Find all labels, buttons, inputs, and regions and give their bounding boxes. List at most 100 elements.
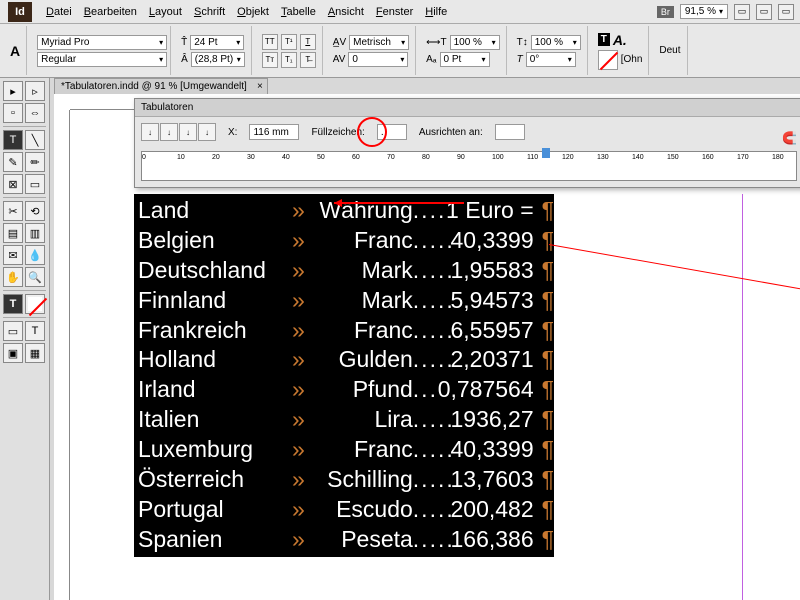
hscale-combo[interactable]: 100 % — [450, 35, 500, 50]
allcaps-btn[interactable]: TT — [262, 34, 278, 50]
align-field[interactable] — [495, 124, 525, 140]
annotation-line — [549, 244, 800, 294]
document-tab[interactable]: *Tabulatoren.indd @ 91 % [Umgewandelt] — [54, 78, 268, 95]
screen-normal[interactable]: ▣ — [3, 343, 23, 363]
font-style-combo[interactable]: Regular — [37, 52, 167, 67]
view-mode-2[interactable]: ▭ — [756, 4, 772, 20]
ruler-tick: 180 — [772, 154, 784, 161]
ruler-tick: 40 — [282, 154, 290, 161]
menu-objekt[interactable]: Objekt — [231, 6, 275, 18]
vscale-combo[interactable]: 100 % — [531, 35, 581, 50]
scissors-tool[interactable]: ✂ — [3, 201, 23, 221]
tab-right-btn[interactable]: ↓ — [179, 123, 197, 141]
hscale-icon: ⟷T — [426, 37, 446, 48]
annotation-arrow — [334, 202, 464, 204]
tab-center-btn[interactable]: ↓ — [160, 123, 178, 141]
baseline-icon: Aₐ — [426, 54, 436, 65]
leader-field[interactable] — [377, 124, 407, 140]
menu-schrift[interactable]: Schrift — [188, 6, 231, 18]
bridge-button[interactable]: Br — [657, 6, 674, 18]
ruler-tick: 120 — [562, 154, 574, 161]
no-fill-swatch[interactable] — [598, 50, 618, 70]
magnet-icon[interactable]: 🧲 — [782, 131, 797, 145]
ruler-tick: 90 — [457, 154, 465, 161]
screen-preview[interactable]: ▦ — [25, 343, 45, 363]
menu-fenster[interactable]: Fenster — [370, 6, 419, 18]
table-row: Deutschland»Mark ........ 1,95583¶ — [134, 256, 554, 286]
menu-tabelle[interactable]: Tabelle — [275, 6, 322, 18]
menu-hilfe[interactable]: Hilfe — [419, 6, 453, 18]
menu-layout[interactable]: Layout — [143, 6, 188, 18]
tabs-panel: Tabulatoren ↓ ↓ ↓ ↓ X: Füllzeichen: Ausr… — [134, 98, 800, 188]
char-mode-icon[interactable]: A — [10, 43, 20, 59]
table-row: Luxemburg»Franc ........ 40,3399¶ — [134, 435, 554, 465]
gradient-tool[interactable]: ▤ — [3, 223, 23, 243]
direct-select-tool[interactable]: ▹ — [25, 81, 45, 101]
zoom-dropdown[interactable]: 91,5 % — [680, 4, 728, 19]
line-tool[interactable]: ╲ — [25, 130, 45, 150]
canvas[interactable]: Tabulatoren ↓ ↓ ↓ ↓ X: Füllzeichen: Ausr… — [54, 94, 800, 600]
underline-btn[interactable]: T — [300, 34, 316, 50]
table-row: Spanien»Peseta ........ 166,386¶ — [134, 525, 554, 555]
menu-bearbeiten[interactable]: Bearbeiten — [78, 6, 143, 18]
ruler-tick: 130 — [597, 154, 609, 161]
menubar: Id Datei Bearbeiten Layout Schrift Objek… — [0, 0, 800, 24]
x-field[interactable] — [249, 124, 299, 140]
menu-ansicht[interactable]: Ansicht — [322, 6, 370, 18]
eyedropper-tool[interactable]: 💧 — [25, 245, 45, 265]
view-mode-3[interactable]: ▭ — [778, 4, 794, 20]
type-tool[interactable]: T — [3, 130, 23, 150]
kerning-combo[interactable]: Metrisch — [349, 35, 409, 50]
ruler-tick: 10 — [177, 154, 185, 161]
subscript-btn[interactable]: T₁ — [281, 52, 297, 68]
stroke-swatch[interactable] — [25, 294, 45, 314]
leading-combo[interactable]: (28,8 Pt) — [191, 52, 245, 67]
guide-line — [742, 194, 743, 600]
text-frame[interactable]: Land»Währung ........ 1 Euro =¶Belgien»F… — [134, 194, 554, 557]
page-tool[interactable]: ▫ — [3, 103, 23, 123]
align-label: Ausrichten an: — [419, 127, 483, 138]
ruler-tick: 160 — [702, 154, 714, 161]
hand-tool[interactable]: ✋ — [3, 267, 23, 287]
tab-stop-marker[interactable] — [542, 148, 550, 158]
gradient-feather-tool[interactable]: ▥ — [25, 223, 45, 243]
superscript-btn[interactable]: T¹ — [281, 34, 297, 50]
menu-datei[interactable]: Datei — [40, 6, 78, 18]
table-row: Irland»Pfund ........ 0,787564¶ — [134, 375, 554, 405]
view-mode-1[interactable]: ▭ — [734, 4, 750, 20]
apply-text[interactable]: T — [25, 321, 45, 341]
rect-frame-tool[interactable]: ⊠ — [3, 174, 23, 194]
pen-tool[interactable]: ✎ — [3, 152, 23, 172]
vertical-ruler — [54, 110, 70, 600]
transform-tool[interactable]: ⟲ — [25, 201, 45, 221]
smallcaps-btn[interactable]: Tᴛ — [262, 52, 278, 68]
tab-ruler[interactable]: 0102030405060708090100110120130140150160… — [141, 151, 797, 181]
gap-tool[interactable]: ⇔ — [25, 103, 45, 123]
ruler-tick: 170 — [737, 154, 749, 161]
pencil-tool[interactable]: ✏ — [25, 152, 45, 172]
ruler-tick: 140 — [632, 154, 644, 161]
ruler-tick: 80 — [422, 154, 430, 161]
tab-decimal-btn[interactable]: ↓ — [198, 123, 216, 141]
note-tool[interactable]: ✉ — [3, 245, 23, 265]
font-family-combo[interactable]: Myriad Pro — [37, 35, 167, 50]
fill-t-icon[interactable]: T — [598, 33, 610, 46]
ruler-tick: 110 — [527, 154, 538, 161]
tab-left-btn[interactable]: ↓ — [141, 123, 159, 141]
tracking-combo[interactable]: 0 — [348, 52, 408, 67]
tracking-icon: AV — [333, 54, 346, 65]
strike-btn[interactable]: T̶ — [300, 52, 316, 68]
skew-combo[interactable]: 0° — [526, 52, 576, 67]
baseline-combo[interactable]: 0 Pt — [440, 52, 490, 67]
zoom-tool[interactable]: 🔍 — [25, 267, 45, 287]
leader-label: Füllzeichen: — [311, 127, 364, 138]
font-size-combo[interactable]: 24 Pt — [190, 35, 244, 50]
table-row: Belgien»Franc ........ 40,3399¶ — [134, 226, 554, 256]
table-row: Portugal»Escudo ........ 200,482¶ — [134, 495, 554, 525]
apply-container[interactable]: ▭ — [3, 321, 23, 341]
rect-tool[interactable]: ▭ — [25, 174, 45, 194]
charstyle-icon: A. — [613, 32, 627, 48]
fill-swatch[interactable]: T — [3, 294, 23, 314]
lang-text: Deut — [659, 45, 680, 56]
selection-tool[interactable]: ▸ — [3, 81, 23, 101]
